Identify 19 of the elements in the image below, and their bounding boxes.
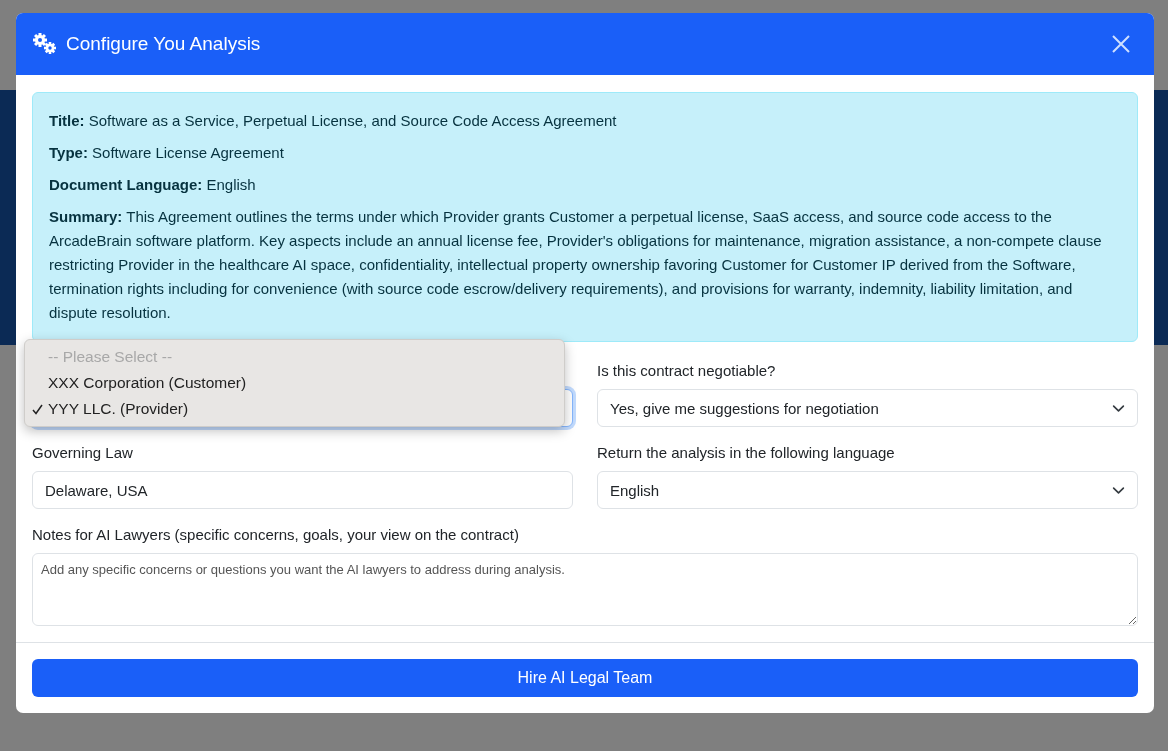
info-text: Title: Software as a Service, Perpetual License, and Source Code Access Agreement: [49, 111, 618, 131]
info-text: Summary: This Agreement outlines the terms under which Provider grants Customer a perpetual license, SaaS access, and source code access to the ArcadeBrain software platform. Key aspects include an annual license fee, Provider's obligations for maintenance, migration assistance, a non-compete clause restricting Provider in the healthcare AI space, confidentiality, intellectual property ownership favoring Customer for Customer IP derived from the Software, termination rights including for convenience (with source code escrow/delivery requirements), and provisions for warranty, indemnity, liability limitation, and dispute resolution.: [49, 207, 1103, 323]
close-button[interactable]: [1112, 35, 1130, 53]
info-text: Document Language: English: [49, 175, 257, 195]
info-text: Type: Software License Agreement: [49, 143, 285, 163]
modal-title: Configure You Analysis: [66, 33, 262, 55]
field-label: Governing Law: [32, 443, 134, 463]
gears-icon: [32, 33, 58, 55]
hire-button[interactable]: Hire AI Legal Team: [32, 659, 1138, 697]
input-field[interactable]: Delaware, USA: [32, 471, 573, 509]
dropdown-option[interactable]: YYY LLC. (Provider): [25, 396, 564, 422]
field-label: Notes for AI Lawyers (specific concerns, goals, your view on the contract): [32, 525, 520, 545]
field-label: Return the analysis in the following language: [597, 443, 896, 463]
dropdown-option: -- Please Select --: [25, 344, 564, 370]
field-label: Is this contract negotiable?: [597, 361, 777, 381]
dropdown-option[interactable]: XXX Corporation (Customer): [25, 370, 564, 396]
dropdown-field[interactable]: Yes, give me suggestions for negotiation: [597, 389, 1138, 427]
dropdown-field[interactable]: English: [597, 471, 1138, 509]
notes-textarea[interactable]: Add any specific concerns or questions you want the AI lawyers to address during analysis.: [32, 553, 1138, 626]
